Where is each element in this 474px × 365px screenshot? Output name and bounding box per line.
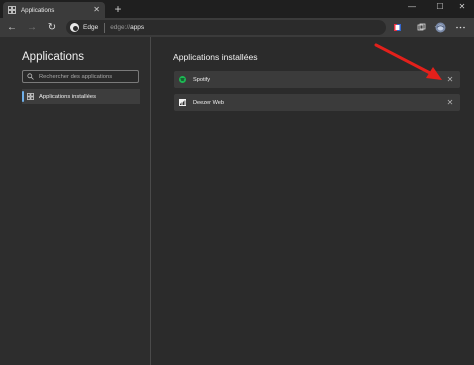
spotify-icon [179, 76, 186, 83]
tab-applications[interactable]: Applications ✕ [3, 2, 105, 18]
main-content: Applications installées Spotify ✕ Deezer… [152, 37, 474, 365]
address-path: apps [130, 24, 145, 31]
tab-label: Applications [21, 6, 55, 14]
search-input[interactable]: Rechercher des applications [22, 70, 139, 83]
edge-logo-icon [70, 23, 79, 32]
page-title: Applications installées [173, 52, 258, 62]
toolbar: ← → ↻ Edge edge:// apps ☆ [0, 18, 474, 37]
close-window-button[interactable]: ✕ [450, 0, 474, 14]
search-icon [27, 73, 34, 80]
more-options-icon[interactable] [453, 21, 467, 34]
maximize-button[interactable]: ☐ [428, 0, 452, 14]
apps-grid-icon [27, 93, 34, 100]
profile-avatar-icon[interactable] [433, 21, 447, 34]
sidebar-item-label: Applications installées [39, 93, 97, 100]
collections-icon[interactable] [414, 21, 428, 34]
address-bar[interactable]: Edge edge:// apps ☆ [66, 20, 442, 35]
app-row-spotify[interactable]: Spotify ✕ [174, 71, 460, 88]
new-tab-button[interactable]: + [111, 2, 125, 16]
remove-app-icon[interactable]: ✕ [444, 97, 456, 109]
search-placeholder: Rechercher des applications [39, 73, 113, 80]
title-bar: Applications ✕ + — ☐ ✕ [0, 0, 474, 18]
apps-grid-icon [8, 6, 16, 14]
tab-close-icon[interactable]: ✕ [93, 6, 100, 14]
deezer-icon [179, 99, 186, 106]
extension-icon[interactable] [390, 21, 404, 34]
app-name: Deezer Web [193, 99, 224, 106]
address-scheme: edge:// [110, 24, 131, 31]
sidebar: Applications Rechercher des applications… [0, 37, 151, 365]
forward-button[interactable]: → [25, 21, 39, 34]
address-site-label: Edge [83, 24, 99, 31]
app-row-deezer[interactable]: Deezer Web ✕ [174, 94, 460, 111]
remove-app-icon[interactable]: ✕ [444, 74, 456, 86]
minimize-button[interactable]: — [400, 0, 424, 14]
address-divider [104, 22, 106, 33]
back-button[interactable]: ← [5, 21, 19, 34]
sidebar-item-installed-apps[interactable]: Applications installées [22, 89, 140, 104]
app-name: Spotify [193, 76, 211, 83]
refresh-button[interactable]: ↻ [45, 21, 59, 34]
sidebar-title: Applications [22, 51, 85, 63]
